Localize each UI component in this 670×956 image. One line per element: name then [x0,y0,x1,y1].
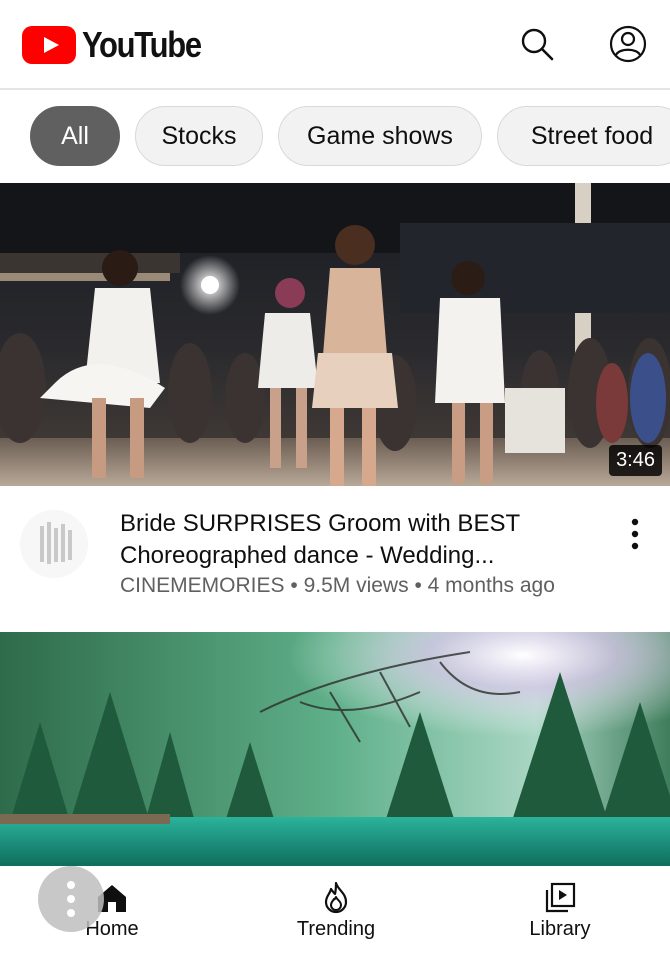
channel-avatar-image [20,510,88,578]
chip-all[interactable]: All [30,106,120,166]
youtube-logo[interactable]: YouTube [22,24,220,66]
library-icon [545,882,576,913]
top-app-bar: YouTube [0,0,670,90]
nav-trending[interactable]: Trending [266,880,406,950]
youtube-play-logo-icon [22,26,76,64]
trending-flame-icon [324,881,348,914]
video-duration-badge: 3:46 [609,445,662,476]
view-count: 9.5M views [303,574,409,597]
floating-menu-button[interactable] [38,866,104,932]
account-icon[interactable] [608,24,648,64]
nav-trending-label: Trending [296,918,376,940]
thumbnail-image [0,632,670,866]
video-details[interactable]: Bride SURPRISES Groom with BEST Choreogr… [0,486,670,632]
chip-stocks[interactable]: Stocks [135,106,263,166]
channel-avatar[interactable] [20,510,88,578]
video-title[interactable]: Bride SURPRISES Groom with BEST Choreogr… [120,508,580,572]
channel-name[interactable]: CINEMEMORIES [120,574,285,597]
nav-library[interactable]: Library [490,880,630,950]
nav-library-label: Library [529,918,591,940]
meta-separator: • [414,574,422,597]
chip-game-shows[interactable]: Game shows [278,106,482,166]
video-meta: CINEMEMORIES • 9.5M views • 4 months ago [120,574,640,598]
video-thumbnail[interactable]: 3:46 [0,183,670,486]
meta-separator: • [290,574,298,597]
more-vert-icon [67,881,75,917]
category-chips-bar: All Stocks Game shows Street food [0,106,670,166]
search-icon[interactable] [517,24,557,64]
chip-street-food[interactable]: Street food [497,106,670,166]
logo-text: YouTube [82,24,202,65]
video-thumbnail[interactable] [0,632,670,866]
thumbnail-image [0,183,670,486]
upload-age: 4 months ago [427,574,555,597]
more-vert-icon[interactable] [622,514,648,554]
